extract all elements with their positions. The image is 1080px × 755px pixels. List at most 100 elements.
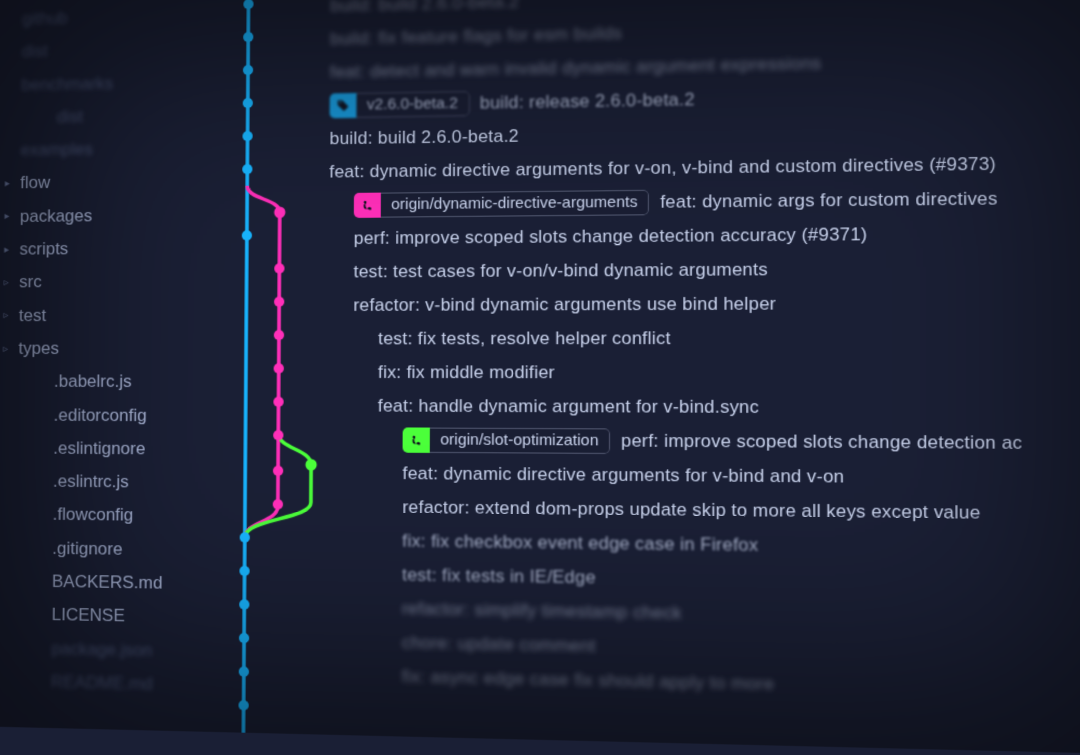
commit-message: build: build 2.6.0-beta.2 — [329, 126, 519, 150]
commit-message: refactor: v-bind dynamic arguments use b… — [353, 294, 776, 317]
tree-item-types[interactable]: ▹ types — [0, 332, 205, 366]
tree-item-label: LICENSE — [51, 599, 124, 634]
commit-message: feat: handle dynamic argument for v-bind… — [378, 396, 759, 418]
branch-icon — [403, 427, 430, 452]
tree-item-label: examples — [20, 133, 93, 167]
branch-pill[interactable]: origin/dynamic-directive-arguments — [354, 190, 650, 218]
commit-message: feat: dynamic directive arguments for v-… — [402, 463, 844, 488]
tree-item-label: .babelrc.js — [54, 365, 132, 398]
branch-icon — [354, 193, 381, 218]
commit-message: test: fix tests in IE/Edge — [402, 565, 596, 589]
pill-label: origin/dynamic-directive-arguments — [381, 190, 650, 218]
commit-row[interactable]: test: fix tests, resolve helper conflict — [328, 321, 1080, 356]
tag-pill[interactable]: v2.6.0-beta.2 — [330, 91, 470, 118]
tree-item-label: test — [19, 299, 47, 332]
tree-item-flowconfig[interactable]: .flowconfig — [0, 498, 204, 534]
tree-caret-icon — [34, 408, 48, 422]
tree-item-label: dist — [21, 35, 48, 68]
tree-item-label: BACKERS.md — [52, 565, 163, 600]
tree-caret-icon — [34, 375, 48, 389]
commit-message: chore: update comment — [402, 632, 596, 657]
branch-pill[interactable]: origin/slot-optimization — [403, 427, 611, 454]
tree-item-github[interactable]: github — [0, 0, 208, 36]
tree-caret-icon: ▹ — [0, 276, 13, 290]
tree-item-gitignore[interactable]: .gitignore — [0, 531, 204, 567]
tree-item-dist[interactable]: dist — [0, 98, 207, 134]
tree-item-benchmarks[interactable]: benchmarks — [0, 65, 207, 102]
file-tree-sidebar: githubdistbenchmarksdistexamples▸flow▸pa… — [0, 0, 208, 732]
tree-item-label: .flowconfig — [52, 499, 133, 533]
tree-caret-icon — [32, 541, 46, 556]
commit-message: feat: detect and warn invalid dynamic ar… — [330, 53, 822, 83]
tree-caret-icon — [1, 144, 15, 158]
tree-item-src[interactable]: ▹ src — [0, 265, 206, 299]
tree-caret-icon — [1, 78, 15, 92]
commit-message: fix: async edge case fix should apply to… — [402, 666, 775, 695]
commit-message: perf: improve scoped slots change detect… — [354, 224, 868, 249]
tree-item-label: .editorconfig — [53, 399, 146, 433]
tree-caret-icon: ▸ — [0, 177, 14, 191]
commit-row[interactable]: fix: fix middle modifier — [328, 356, 1080, 391]
tree-item-label: flow — [20, 167, 50, 200]
tree-caret-icon — [33, 441, 47, 455]
tree-caret-icon — [2, 45, 16, 59]
tree-item-eslintignore[interactable]: .eslintignore — [0, 432, 205, 467]
commit-row[interactable]: perf: improve scoped slots change detect… — [329, 215, 1080, 255]
commit-message: test: fix tests, resolve helper conflict — [378, 328, 671, 350]
commit-message: test: test cases for v-on/v-bind dynamic… — [353, 259, 767, 282]
tree-item-dist[interactable]: dist — [0, 32, 208, 69]
tree-item-test[interactable]: ▹ test — [0, 299, 206, 333]
tree-item-label: benchmarks — [21, 67, 113, 102]
tree-item-babelrcjs[interactable]: .babelrc.js — [0, 365, 205, 399]
tree-item-READMEmd[interactable]: README.md — [0, 664, 203, 702]
tree-item-BACKERSmd[interactable]: BACKERS.md — [0, 564, 204, 601]
pill-label: origin/slot-optimization — [430, 428, 611, 454]
commit-row[interactable]: test: test cases for v-on/v-bind dynamic… — [329, 250, 1080, 289]
commit-message: fix: fix checkbox event edge case in Fir… — [402, 531, 758, 557]
tree-caret-icon: ▹ — [0, 309, 13, 323]
tree-item-eslintrcjs[interactable]: .eslintrc.js — [0, 465, 204, 500]
tree-item-label: github — [22, 2, 68, 36]
commit-row[interactable]: refactor: v-bind dynamic arguments use b… — [328, 285, 1080, 322]
commit-message: build: fix feature flags for esm builds — [330, 23, 622, 50]
commit-message: build: release 2.6.0-beta.2 — [480, 89, 695, 114]
tree-item-scripts[interactable]: ▸ scripts — [0, 232, 206, 267]
tree-item-label: types — [18, 332, 59, 365]
tree-caret-icon: ▸ — [0, 210, 14, 224]
tree-caret-icon — [37, 110, 51, 124]
tree-caret-icon: ▹ — [0, 342, 13, 356]
tree-item-label: package.json — [51, 632, 152, 668]
tree-caret-icon — [31, 641, 45, 656]
tree-caret-icon — [33, 474, 47, 489]
tag-icon — [330, 93, 357, 118]
tree-item-examples[interactable]: examples — [0, 132, 207, 168]
commit-message: feat: dynamic directive arguments for v-… — [329, 154, 996, 183]
tree-caret-icon — [32, 608, 46, 623]
tree-item-label: scripts — [19, 233, 68, 266]
commit-message: build: build 2.6.0-beta.2 — [330, 0, 519, 17]
commit-message: refactor: simplify timestamp check — [402, 599, 682, 625]
tree-caret-icon — [31, 675, 45, 690]
tree-caret-icon — [2, 13, 16, 27]
tree-item-label: .gitignore — [52, 532, 123, 566]
tree-item-flow[interactable]: ▸ flow — [0, 165, 207, 200]
tree-item-label: .eslintignore — [53, 432, 145, 466]
pill-label: v2.6.0-beta.2 — [356, 91, 469, 118]
tree-item-packages[interactable]: ▸ packages — [0, 198, 206, 233]
commit-message: fix: fix middle modifier — [378, 362, 555, 383]
tree-item-label: packages — [20, 200, 93, 234]
tree-item-editorconfig[interactable]: .editorconfig — [0, 399, 205, 433]
tree-caret-icon: ▸ — [0, 243, 14, 257]
tree-item-label: README.md — [51, 666, 153, 702]
tree-item-label: src — [19, 266, 42, 299]
tree-caret-icon — [33, 508, 47, 523]
tree-item-LICENSE[interactable]: LICENSE — [0, 598, 203, 635]
tree-item-packagejson[interactable]: package.json — [0, 631, 203, 669]
commit-message: feat: dynamic args for custom directives — [660, 188, 998, 213]
commit-message: refactor: extend dom-props update skip t… — [402, 497, 980, 524]
commit-row[interactable]: feat: handle dynamic argument for v-bind… — [328, 389, 1080, 426]
commit-message: perf: improve scoped slots change detect… — [621, 431, 1022, 455]
commit-row[interactable]: origin/slot-optimization perf: improve sc… — [328, 423, 1080, 462]
tree-item-label: dist — [56, 101, 83, 134]
tree-caret-icon — [32, 574, 46, 589]
